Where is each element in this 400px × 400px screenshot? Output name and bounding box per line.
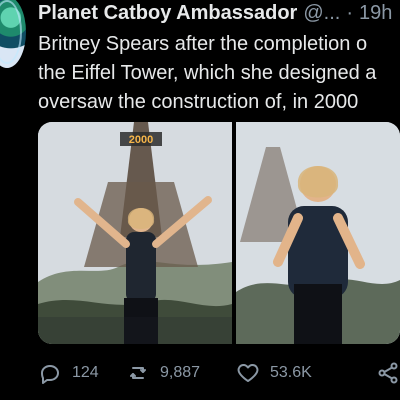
author-handle[interactable]: @...	[303, 2, 340, 25]
reply-action[interactable]: 124	[38, 361, 126, 385]
tweet-text: Britney Spears after the completion o th…	[38, 30, 400, 117]
reply-icon	[41, 365, 59, 384]
tweet-text-line-2: the Eiffel Tower, which she designed a	[38, 62, 377, 84]
tweet-media: 2000	[38, 122, 400, 344]
share-icon	[378, 362, 398, 384]
reply-count: 124	[72, 364, 99, 381]
share-action[interactable]	[346, 361, 400, 385]
like-count: 53.6K	[270, 364, 312, 381]
separator-dot: ·	[346, 1, 353, 24]
tweet-actions: 124 9,887 53.6K	[38, 356, 400, 390]
retweet-action[interactable]: 9,887	[126, 361, 236, 385]
avatar[interactable]	[0, 0, 26, 68]
photo-left[interactable]: 2000	[38, 122, 232, 344]
retweet-count: 9,887	[160, 364, 201, 381]
eiffel-sign-text: 2000	[129, 134, 153, 146]
tweet-time[interactable]: 19h	[359, 2, 392, 25]
like-action[interactable]: 53.6K	[236, 361, 346, 385]
author-display-name[interactable]: Planet Catboy Ambassador	[38, 2, 297, 25]
avatar-ring	[0, 0, 22, 64]
retweet-icon	[130, 367, 146, 379]
photo-right[interactable]	[236, 122, 400, 344]
tweet-text-line-3: oversaw the construction of, in 2000	[38, 91, 359, 113]
tweet-text-line-1: Britney Spears after the completion o	[38, 33, 368, 55]
heart-icon	[237, 364, 259, 382]
tweet-header: Planet Catboy Ambassador @... · 19h	[38, 0, 400, 26]
